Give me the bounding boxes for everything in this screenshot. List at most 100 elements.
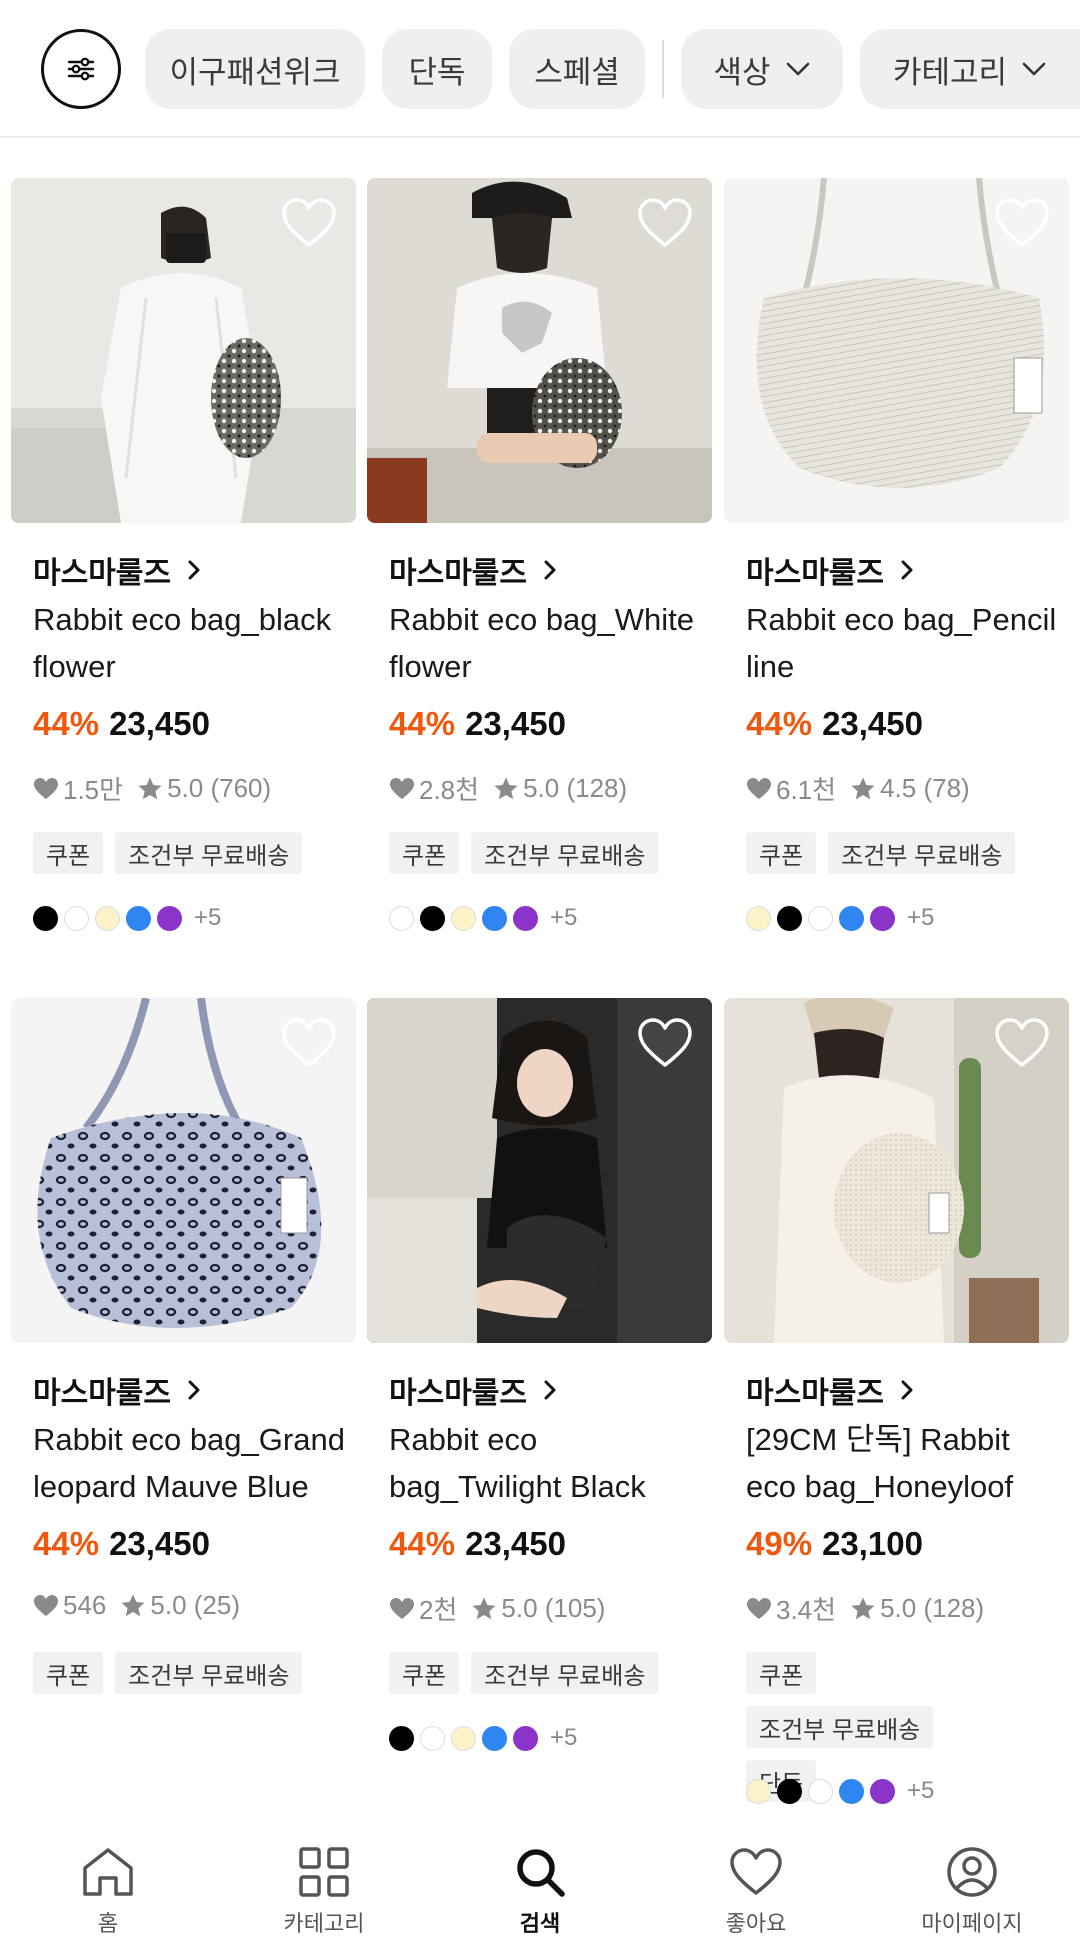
coupon-tag: 쿠폰 <box>746 1652 817 1694</box>
chevron-right-icon <box>187 1379 201 1401</box>
nav-label: 검색 <box>519 1911 561 1936</box>
product-name[interactable]: Rabbit eco bag_White flower <box>389 596 709 690</box>
coupon-tag: 쿠폰 <box>746 832 817 874</box>
chevron-right-icon <box>900 559 914 581</box>
brand-link[interactable]: 마스마룰즈 <box>389 1368 557 1412</box>
heart-icon[interactable] <box>636 1016 694 1070</box>
discount-rate: 44% <box>389 1525 456 1562</box>
product-stats: 1.5만 5.0 (760) <box>33 770 271 807</box>
swatch-cream <box>95 905 120 931</box>
like-count: 2천 <box>419 1595 458 1625</box>
swatch-blue <box>482 1725 507 1751</box>
price-row: 44% 23,450 <box>746 705 923 743</box>
dropdown-label: 카테고리 <box>892 54 1008 90</box>
nav-category[interactable]: 카테고리 <box>216 1824 432 1959</box>
nav-mypage[interactable]: 마이페이지 <box>864 1824 1080 1959</box>
swatch-black <box>777 1778 802 1804</box>
chip-special[interactable]: 스페셜 <box>509 29 645 109</box>
heart-icon[interactable] <box>280 196 338 250</box>
brand-link[interactable]: 마스마룰즈 <box>746 548 914 592</box>
product-name[interactable]: Rabbit eco bag_Pencil line <box>746 596 1066 690</box>
heart-icon[interactable] <box>636 196 694 250</box>
product-card[interactable]: 마스마룰즈 Rabbit eco bag_Grand leopard Mauve… <box>11 998 356 1694</box>
swatch-black <box>389 1725 414 1751</box>
dropdown-color[interactable]: 색상 <box>681 29 843 109</box>
product-image[interactable] <box>11 178 356 523</box>
star-icon <box>850 1596 876 1622</box>
brand-name: 마스마룰즈 <box>389 1377 527 1410</box>
nav-home[interactable]: 홈 <box>0 1824 216 1959</box>
product-name[interactable]: Rabbit eco bag_black flower <box>33 596 353 690</box>
star-icon <box>493 776 519 802</box>
rating-text: 5.0 (128) <box>880 1593 985 1623</box>
swatch-blue <box>126 905 151 931</box>
brand-name: 마스마룰즈 <box>33 1377 171 1410</box>
chevron-right-icon <box>543 1379 557 1401</box>
product-card[interactable]: 마스마룰즈 Rabbit eco bag_Twilight Black 44% 2… <box>367 998 712 1751</box>
product-card[interactable]: 마스마룰즈 Rabbit eco bag_black flower 44% 23,… <box>11 178 356 931</box>
more-colors: +5 <box>550 904 578 931</box>
rating-text: 5.0 (105) <box>501 1593 606 1623</box>
like-count: 546 <box>63 1590 107 1620</box>
heart-filled-icon <box>389 1597 415 1621</box>
more-colors: +5 <box>907 904 935 931</box>
brand-name: 마스마룰즈 <box>746 1377 884 1410</box>
product-image[interactable] <box>11 998 356 1343</box>
product-image[interactable] <box>724 178 1069 523</box>
rating-text: 5.0 (25) <box>150 1590 240 1620</box>
product-stats: 6.1천 4.5 (78) <box>746 770 970 807</box>
swatch-cream <box>451 905 476 931</box>
dropdown-label: 색상 <box>713 54 771 90</box>
product-name[interactable]: Rabbit eco bag_Grand leopard Mauve Blue <box>33 1416 353 1510</box>
brand-link[interactable]: 마스마룰즈 <box>389 548 557 592</box>
price-row: 44% 23,450 <box>33 705 210 743</box>
product-card[interactable]: 마스마룰즈 Rabbit eco bag_White flower 44% 23,… <box>367 178 712 931</box>
star-icon <box>471 1596 497 1622</box>
chip-fashion-week[interactable]: 이구패션위크 <box>145 29 365 109</box>
swatch-purple <box>870 905 895 931</box>
chevron-right-icon <box>900 1379 914 1401</box>
coupon-tag: 쿠폰 <box>33 1652 104 1694</box>
color-swatches: +5 <box>746 904 934 932</box>
grid-icon <box>299 1847 349 1897</box>
rating-text: 5.0 (128) <box>523 773 628 803</box>
star-icon <box>137 776 163 802</box>
nav-search[interactable]: 검색 <box>432 1824 648 1959</box>
brand-link[interactable]: 마스마룰즈 <box>746 1368 914 1412</box>
sale-price: 23,450 <box>109 1525 210 1562</box>
brand-link[interactable]: 마스마룰즈 <box>33 1368 201 1412</box>
coupon-tag: 쿠폰 <box>389 1652 460 1694</box>
product-image[interactable] <box>367 998 712 1343</box>
price-row: 44% 23,450 <box>389 1525 566 1563</box>
product-name[interactable]: [29CM 단독] Rabbit eco bag_Honeyloof <box>746 1416 1046 1510</box>
heart-icon[interactable] <box>993 1016 1051 1070</box>
nav-label: 마이페이지 <box>921 1911 1023 1936</box>
product-name[interactable]: Rabbit eco bag_Twilight Black <box>389 1416 649 1510</box>
shipping-tag: 조건부 무료배송 <box>471 1652 659 1694</box>
swatch-white <box>64 905 89 931</box>
product-image[interactable] <box>724 998 1069 1343</box>
tag-list: 쿠폰 조건부 무료배송 <box>389 1652 719 1694</box>
star-icon <box>120 1593 146 1619</box>
swatch-black <box>33 905 58 931</box>
swatch-blue <box>482 905 507 931</box>
heart-icon[interactable] <box>280 1016 338 1070</box>
chip-label: 스페셜 <box>534 54 620 90</box>
heart-icon[interactable] <box>993 196 1051 250</box>
product-card[interactable]: 마스마룰즈 [29CM 단독] Rabbit eco bag_Honeyloof… <box>724 998 1069 1804</box>
nav-label: 카테고리 <box>283 1911 365 1936</box>
sale-price: 23,450 <box>465 1525 566 1562</box>
swatch-white <box>420 1725 445 1751</box>
nav-likes[interactable]: 좋아요 <box>648 1824 864 1959</box>
discount-rate: 49% <box>746 1525 813 1562</box>
brand-link[interactable]: 마스마룰즈 <box>33 548 201 592</box>
tag-list: 쿠폰 조건부 무료배송 <box>389 832 719 874</box>
chevron-down-icon <box>1021 61 1047 77</box>
product-card[interactable]: 마스마룰즈 Rabbit eco bag_Pencil line 44% 23,4… <box>724 178 1069 931</box>
discount-rate: 44% <box>389 705 456 742</box>
product-image[interactable] <box>367 178 712 523</box>
chip-exclusive[interactable]: 단독 <box>382 29 492 109</box>
discount-rate: 44% <box>746 705 813 742</box>
filter-settings-button[interactable] <box>41 29 121 109</box>
dropdown-category[interactable]: 카테고리 <box>860 29 1080 109</box>
